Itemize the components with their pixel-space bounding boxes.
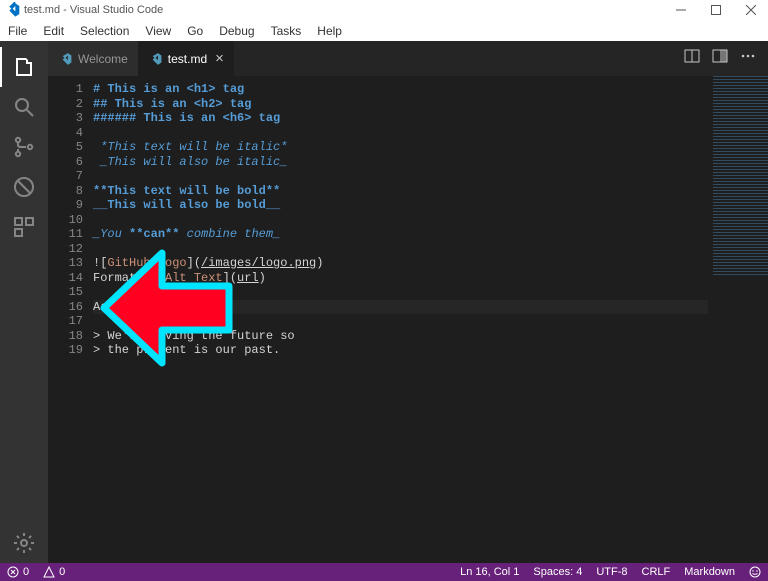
menu-bar: FileEditSelectionViewGoDebugTasksHelp (0, 20, 768, 41)
line-number: 17 (48, 314, 83, 329)
code-line[interactable] (93, 213, 768, 228)
activity-explorer[interactable] (0, 47, 48, 87)
tab-test-md[interactable]: test.md × (138, 41, 234, 76)
status-eol[interactable]: CRLF (635, 563, 678, 581)
window-titlebar: test.md - Visual Studio Code (0, 0, 768, 20)
activity-bar (0, 41, 48, 563)
line-number: 8 (48, 184, 83, 199)
line-number: 2 (48, 97, 83, 112)
line-number: 19 (48, 343, 83, 358)
code-line[interactable] (93, 242, 768, 257)
code-content[interactable]: # This is an <h1> tag## This is an <h2> … (93, 76, 768, 563)
code-line[interactable]: > the present is our past. (93, 343, 768, 358)
code-line[interactable]: # This is an <h1> tag (93, 82, 768, 97)
line-number: 5 (48, 140, 83, 155)
tab-welcome[interactable]: Welcome (48, 41, 138, 76)
line-number: 6 (48, 155, 83, 170)
code-line[interactable]: As Kanye West said: (93, 300, 708, 315)
code-line[interactable] (93, 285, 768, 300)
vscode-file-icon (58, 52, 72, 66)
line-number-gutter: 12345678910111213141516171819 (48, 76, 93, 563)
code-editor[interactable]: 12345678910111213141516171819 # This is … (48, 76, 768, 563)
line-number: 12 (48, 242, 83, 257)
window-maximize-button[interactable] (698, 0, 733, 20)
code-line[interactable]: *This text will be italic* (93, 140, 768, 155)
code-line[interactable]: ![GitHub Logo](/images/logo.png) (93, 256, 768, 271)
menu-selection[interactable]: Selection (72, 20, 137, 41)
split-editor-icon[interactable] (712, 48, 728, 69)
status-cursor[interactable]: Ln 16, Col 1 (453, 563, 526, 581)
line-number: 16 (48, 300, 83, 315)
tab-label: Welcome (78, 52, 128, 66)
line-number: 9 (48, 198, 83, 213)
activity-search[interactable] (0, 87, 48, 127)
menu-help[interactable]: Help (309, 20, 350, 41)
line-number: 10 (48, 213, 83, 228)
line-number: 4 (48, 126, 83, 141)
status-warnings[interactable]: 0 (36, 563, 72, 581)
window-minimize-button[interactable] (663, 0, 698, 20)
menu-go[interactable]: Go (179, 20, 211, 41)
activity-debug[interactable] (0, 167, 48, 207)
code-line[interactable]: _This will also be italic_ (93, 155, 768, 170)
line-number: 15 (48, 285, 83, 300)
window-title: test.md - Visual Studio Code (24, 4, 163, 16)
vscode-icon (4, 2, 20, 18)
status-errors-count: 0 (23, 566, 29, 578)
status-feedback[interactable] (742, 563, 768, 581)
line-number: 1 (48, 82, 83, 97)
tab-close-icon[interactable]: × (215, 50, 224, 67)
status-language[interactable]: Markdown (677, 563, 742, 581)
code-line[interactable]: > We're living the future so (93, 329, 768, 344)
code-line[interactable]: **This text will be bold** (93, 184, 768, 199)
status-warnings-count: 0 (59, 566, 65, 578)
tab-bar: Welcome test.md × (48, 41, 768, 76)
line-number: 13 (48, 256, 83, 271)
activity-source-control[interactable] (0, 127, 48, 167)
code-line[interactable]: Format: ![Alt Text](url) (93, 271, 768, 286)
activity-extensions[interactable] (0, 207, 48, 247)
window-close-button[interactable] (733, 0, 768, 20)
menu-file[interactable]: File (0, 20, 35, 41)
code-line[interactable] (93, 314, 768, 329)
menu-tasks[interactable]: Tasks (263, 20, 310, 41)
status-indentation[interactable]: Spaces: 4 (526, 563, 589, 581)
line-number: 14 (48, 271, 83, 286)
line-number: 7 (48, 169, 83, 184)
status-bar: 0 0 Ln 16, Col 1 Spaces: 4 UTF-8 CRLF Ma… (0, 563, 768, 581)
status-encoding[interactable]: UTF-8 (589, 563, 634, 581)
editor-group: Welcometest.md× 123456789101112131415161… (48, 41, 768, 563)
code-line[interactable]: __This will also be bold__ (93, 198, 768, 213)
activity-settings[interactable] (0, 523, 48, 563)
tab-label: test.md (168, 52, 207, 66)
code-line[interactable]: ## This is an <h2> tag (93, 97, 768, 112)
menu-debug[interactable]: Debug (211, 20, 262, 41)
line-number: 18 (48, 329, 83, 344)
menu-view[interactable]: View (137, 20, 179, 41)
menu-edit[interactable]: Edit (35, 20, 72, 41)
status-errors[interactable]: 0 (0, 563, 36, 581)
vscode-file-icon (148, 52, 162, 66)
code-line[interactable]: ###### This is an <h6> tag (93, 111, 768, 126)
code-line[interactable] (93, 126, 768, 141)
line-number: 11 (48, 227, 83, 242)
line-number: 3 (48, 111, 83, 126)
code-line[interactable] (93, 169, 768, 184)
code-line[interactable]: _You **can** combine them_ (93, 227, 768, 242)
more-actions-icon[interactable] (740, 48, 756, 69)
open-preview-side-icon[interactable] (684, 48, 700, 69)
